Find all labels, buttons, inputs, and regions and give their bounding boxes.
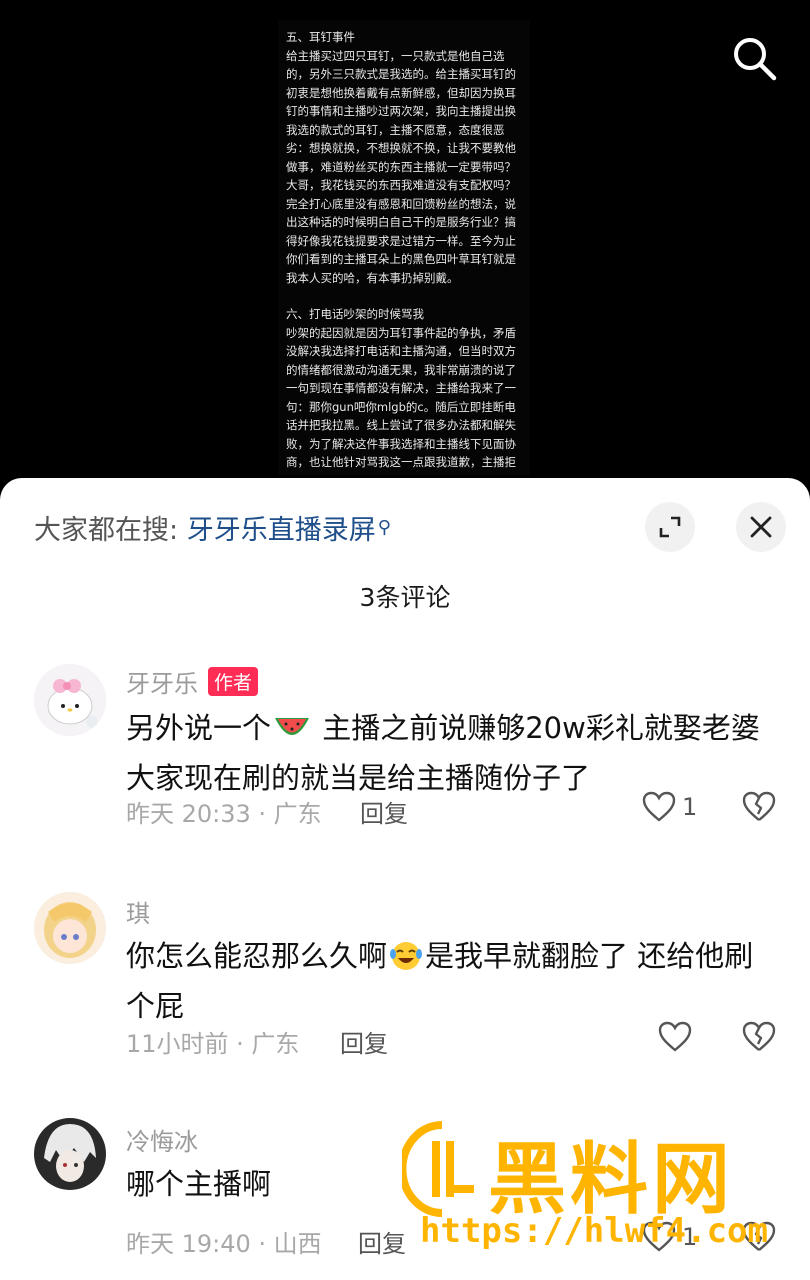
article-image: 五、耳钉事件 给主播买过四只耳钉，一只款式是他自己选的，另外三只款式是我选的。给… [278,20,530,475]
comment-count: 3条评论 [359,583,451,612]
article-section6-title: 六、打电话吵架的时候骂我 [286,307,424,321]
search-icon [734,38,777,81]
watermelon-icon [273,712,311,756]
dislike-button[interactable] [742,1021,776,1057]
comment-meta: 昨天 19:40 · 山西 [126,1230,322,1258]
article-section6-body: 吵架的起因就是因为耳钉事件起的争执，矛盾没解决我选择打电话和主播沟通，但当时双方… [286,325,516,476]
avatar[interactable] [34,892,106,964]
watermark-url: https://hlwf4.com [420,1211,768,1251]
close-icon [750,516,772,538]
trending-search-prefix: 大家都在搜: [34,515,179,546]
expand-icon [659,516,681,538]
author-badge: 作者 [208,667,259,696]
comment-meta: 昨天 20:33 · 广东 [126,800,322,828]
search-button[interactable] [726,30,782,86]
avatar[interactable] [34,1118,106,1190]
laughing-tears-icon [389,940,423,984]
trending-search-link[interactable]: 牙牙乐直播录屏 [187,515,376,546]
reply-button[interactable]: 回复 [360,794,408,829]
comment-item: 琪 你怎么能忍那么久啊 是我早就翻脸了 还给他刷个屁 11小时前 · 广东 回复 [0,888,810,1088]
reply-button[interactable]: 回复 [358,1224,406,1259]
heart-icon [642,791,676,822]
comment-meta: 11小时前 · 广东 [126,1030,300,1058]
watermark-logo-icon [402,1121,474,1217]
comment-text: 你怎么能忍那么久啊 是我早就翻脸了 还给他刷个屁 [126,939,754,1023]
comment-item: 牙牙乐 作者 另外说一个 主播之前说赚够20w彩礼就娶老婆 大家现在刷的就当是给主… [0,658,810,858]
reply-button[interactable]: 回复 [340,1024,388,1059]
heart-icon [658,1021,692,1052]
broken-heart-icon [742,1021,776,1051]
close-button[interactable] [736,502,786,552]
article-section5-title: 五、耳钉事件 [286,30,355,44]
sheet-header: 大家都在搜: 牙牙乐直播录屏 ⚲ [0,478,810,578]
comment-username[interactable]: 琪 [126,894,150,929]
broken-heart-icon [742,791,776,821]
like-button[interactable]: 1 [642,791,697,823]
like-count: 1 [682,793,698,821]
comment-username[interactable]: 牙牙乐 作者 [126,664,259,699]
expand-button[interactable] [645,502,695,552]
article-section5-body: 给主播买过四只耳钉，一只款式是他自己选的，另外三只款式是我选的。给主播买耳钉的初… [286,48,516,285]
search-small-icon: ⚲ [377,517,391,538]
dislike-button[interactable] [742,791,776,827]
comment-username[interactable]: 冷悔冰 [126,1122,198,1157]
watermark: 黑料网 https://hlwf4.com [400,1115,780,1255]
video-area[interactable]: 五、耳钉事件 给主播买过四只耳钉，一只款式是他自己选的，另外三只款式是我选的。给… [0,0,810,500]
avatar[interactable] [34,664,106,736]
trending-search[interactable]: 大家都在搜: 牙牙乐直播录屏 ⚲ [34,508,391,547]
like-button[interactable] [658,1021,698,1053]
comment-text: 另外说一个 主播之前说赚够20w彩礼就娶老婆 大家现在刷的就当是给主播随份子了 [126,711,760,795]
